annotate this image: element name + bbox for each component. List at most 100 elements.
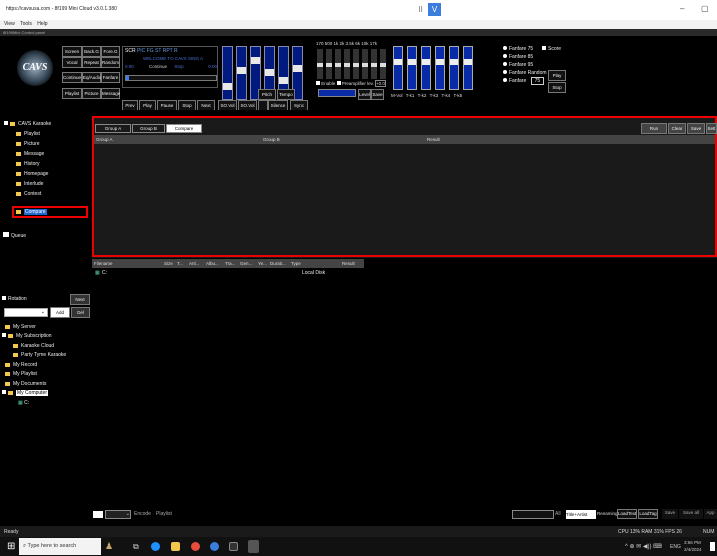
bottom-save-button[interactable]: Save (662, 509, 678, 519)
fader-1[interactable] (222, 46, 233, 100)
col-group-b[interactable]: Group B (263, 135, 280, 144)
blue-app-icon[interactable] (210, 542, 219, 551)
fanfare-stop-button[interactable]: Stop (548, 82, 566, 93)
source-party-tyme[interactable]: Party Tyme Karaoke (13, 352, 66, 358)
menu-tools[interactable]: Tools (20, 21, 32, 27)
tab-compare[interactable]: Compare (166, 124, 202, 133)
menu-view[interactable]: View (4, 21, 15, 27)
tree-root-cavs-karaoke[interactable]: CAVS Karaoke (4, 121, 51, 127)
source-my-record[interactable]: My Record (5, 362, 37, 368)
tree-item-homepage[interactable]: Homepage (16, 171, 48, 177)
band-slider-tk1[interactable] (407, 46, 417, 90)
col-album[interactable]: Albu... (206, 259, 219, 268)
col-track[interactable]: Tra... (225, 259, 235, 268)
filter-select[interactable]: ⌄ (105, 510, 131, 519)
preamp-checkbox[interactable] (336, 81, 341, 85)
rotation-select[interactable]: ⌄ (4, 308, 48, 317)
windows-start-icon[interactable]: ⊞ (7, 541, 15, 552)
eq-band-1k[interactable] (335, 49, 341, 79)
col-artist[interactable]: Arti... (189, 259, 200, 268)
pinned-app-icon[interactable]: ♟ (105, 541, 113, 552)
playlist-button[interactable]: Playlist (62, 88, 82, 99)
display-tab-pic[interactable]: PIC (137, 48, 145, 54)
apply-button[interactable]: App (704, 509, 717, 519)
eq-band-17k[interactable] (380, 49, 386, 79)
eq-band-500[interactable] (326, 49, 332, 79)
tree-item-compare[interactable]: Compare (12, 206, 88, 218)
notifications-icon[interactable] (710, 542, 715, 551)
fader-2[interactable] (236, 46, 247, 100)
rotation-add-button[interactable]: Add (50, 307, 70, 318)
tab-group-b[interactable]: Group B (132, 124, 165, 133)
display-tab-st[interactable]: ST (155, 48, 161, 54)
col-title[interactable]: T... (177, 259, 183, 268)
col-type[interactable]: Type (291, 259, 301, 268)
eq-band-170[interactable] (317, 49, 323, 79)
v-logo-icon[interactable]: V (428, 3, 441, 16)
pitch-button[interactable]: Pitch (258, 89, 276, 100)
encode-button[interactable]: Encode (134, 511, 151, 517)
band-slider-tk5[interactable] (463, 46, 473, 90)
eq-save-button[interactable]: Save (371, 89, 384, 100)
title-artist-select[interactable]: Title+Artist (566, 510, 596, 519)
tree-item-message[interactable]: Message (16, 151, 44, 157)
edge-icon[interactable] (151, 542, 160, 551)
source-my-computer[interactable]: My Computer (2, 390, 49, 396)
eq-band-3-5k[interactable] (353, 49, 359, 79)
seek-bar[interactable] (125, 75, 217, 81)
task-view-icon[interactable]: ⧉ (133, 542, 139, 552)
band-slider-mvol[interactable] (393, 46, 403, 90)
terminal-icon[interactable] (229, 542, 238, 551)
score-checkbox[interactable]: Score (542, 46, 561, 52)
screen-button[interactable]: Screen (62, 46, 82, 57)
fanfare-custom-radio[interactable]: Fanfare 75 (503, 77, 545, 85)
compare-save-button[interactable]: Save (687, 123, 705, 134)
eq-level-button[interactable]: Level (358, 89, 371, 100)
language-indicator[interactable]: ENG (670, 544, 681, 550)
repeat-button[interactable]: Repeat (82, 57, 101, 68)
display-tab-scr[interactable]: SCR (125, 48, 136, 54)
tree-item-interlude[interactable]: Interlude (16, 181, 43, 187)
source-drive-c[interactable]: ▦ C: (18, 400, 29, 406)
cavs-taskbar-icon[interactable] (248, 540, 259, 553)
tab-group-a[interactable]: Group A (95, 124, 131, 133)
search-field[interactable] (512, 510, 554, 519)
tree-item-history[interactable]: History (16, 161, 40, 167)
clock-time[interactable]: 3:56 PM (684, 540, 701, 545)
fanfare-95-radio[interactable]: Fanfare 95 (503, 62, 533, 68)
playlist-bottom-button[interactable]: Playlist (156, 511, 172, 517)
menu-help[interactable]: Help (37, 21, 47, 27)
clock-date[interactable]: 2/4/2024 (684, 547, 702, 552)
col-result[interactable]: Result (427, 135, 440, 144)
loadtext-button[interactable]: LoadText (617, 509, 637, 519)
col-filename[interactable]: Filename (94, 259, 113, 268)
tree-item-picture[interactable]: Picture (16, 141, 40, 147)
fanfare-random-radio[interactable]: Fanfare Random (503, 70, 547, 76)
system-tray-icons[interactable]: ^ ⊕ ✉ ◀)) ⌨ (625, 543, 662, 550)
table-row[interactable]: ▦ C: Local Disk (92, 270, 364, 279)
band-slider-tk4[interactable] (449, 46, 459, 90)
col-group-a[interactable]: Group A (96, 135, 113, 144)
continue-button[interactable]: Continue (62, 72, 82, 83)
random-button[interactable]: Random (101, 57, 120, 68)
fanfare-75-radio[interactable]: Fanfare 75 (503, 46, 533, 52)
vocal-button[interactable]: Vocal (62, 57, 82, 68)
fanfare-85-radio[interactable]: Fanfare 85 (503, 54, 533, 60)
fanfare-button[interactable]: Fanfare (101, 72, 120, 83)
band-slider-tk3[interactable] (435, 46, 445, 90)
tree-item-playlist[interactable]: Playlist (16, 131, 40, 137)
col-duration[interactable]: Durati... (270, 259, 286, 268)
eq-band-2k[interactable] (344, 49, 350, 79)
source-my-server[interactable]: My Server (5, 324, 36, 330)
renaming-checkbox[interactable]: Renaming (597, 511, 618, 516)
select-all-checkbox[interactable] (93, 511, 103, 518)
eq-band-10k[interactable] (371, 49, 377, 79)
source-my-documents[interactable]: My Documents (5, 381, 46, 387)
minimize-icon[interactable]: – (680, 4, 684, 13)
col-genre[interactable]: Gen... (240, 259, 252, 268)
band-slider-tk2[interactable] (421, 46, 431, 90)
taskbar-search-box[interactable]: ⌕ Type here to search (19, 538, 101, 555)
tempo-button[interactable]: Tempo (277, 89, 295, 100)
col-result[interactable]: Result (342, 259, 355, 268)
col-year[interactable]: Ye... (258, 259, 267, 268)
